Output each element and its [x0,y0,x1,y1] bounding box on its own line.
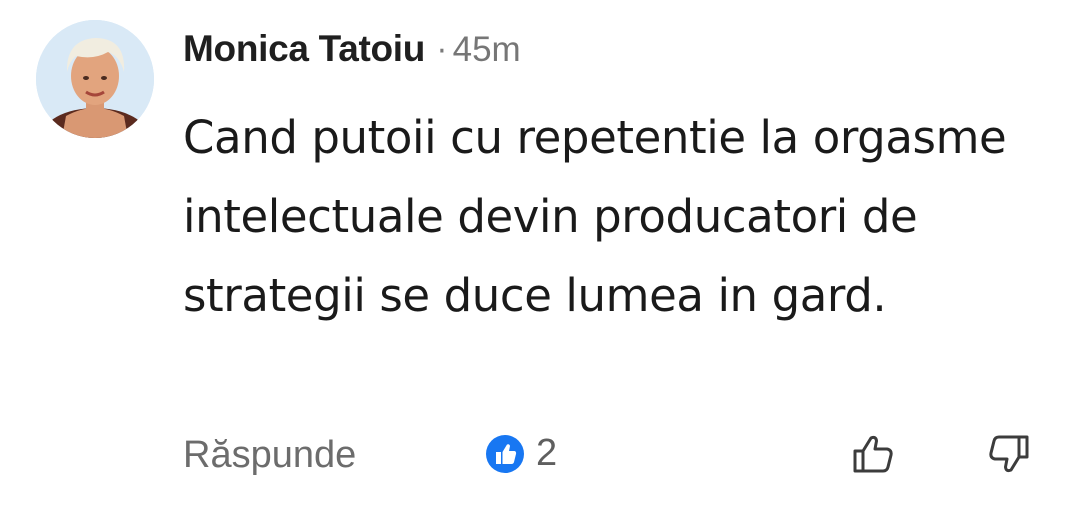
reply-button[interactable]: Răspunde [183,434,356,477]
avatar-photo [36,20,154,138]
timestamp[interactable]: 45m [453,30,521,70]
comment-actions: Răspunde 2 [183,430,1043,482]
thumbs-down-icon [989,435,1029,473]
avatar[interactable] [36,20,154,138]
like-badge-icon [486,434,524,473]
comment-header: Monica Tatoiu · 45m [183,28,521,70]
separator-dot: · [437,34,447,69]
thumbs-down-button[interactable] [985,430,1033,478]
thumbs-up-icon [853,435,893,473]
comment-text: Cand putoii cu repetentie la orgasme int… [183,111,1007,322]
like-count: 2 [536,432,558,474]
author-name[interactable]: Monica Tatoiu [183,28,425,70]
like-summary[interactable]: 2 [485,432,557,475]
thumbs-up-button[interactable] [849,430,897,478]
